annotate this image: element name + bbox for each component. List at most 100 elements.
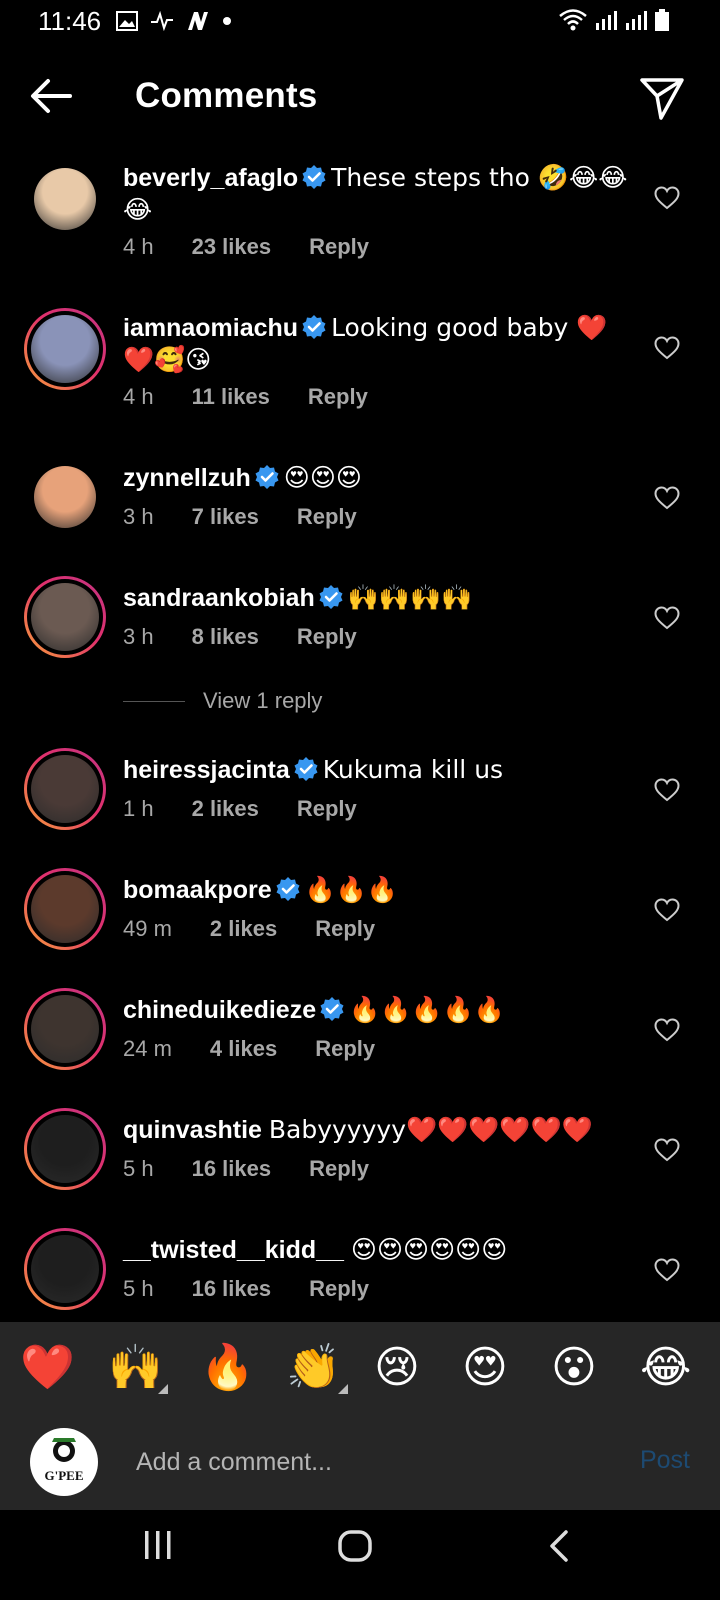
- quick-emoji-button[interactable]: 😮: [551, 1342, 597, 1394]
- commenter-avatar[interactable]: [24, 988, 106, 1070]
- like-comment-button[interactable]: [654, 606, 680, 630]
- comment-time: 4 h: [123, 234, 154, 259]
- like-comment-button[interactable]: [654, 778, 680, 802]
- comment-item: heiressjacinta Kukuma kill us 1 h 2 likes Re…: [0, 742, 720, 872]
- like-comment-button[interactable]: [654, 486, 680, 510]
- avatar-image: [31, 1235, 99, 1303]
- view-replies-button[interactable]: View 1 reply: [123, 688, 322, 714]
- quick-emoji-button[interactable]: 😢: [374, 1342, 420, 1394]
- comment-body: sandraankobiah 🙌🙌🙌🙌: [123, 582, 633, 614]
- comment-likes[interactable]: 2 likes: [210, 916, 277, 942]
- svg-text:G'PEE: G'PEE: [44, 1468, 83, 1483]
- commenter-avatar[interactable]: [24, 1108, 106, 1190]
- comment-time: 3 h: [123, 624, 154, 649]
- comment-body: chineduikedieze 🔥🔥🔥🔥🔥: [123, 994, 633, 1026]
- quick-emoji-button[interactable]: 🙌: [108, 1342, 163, 1394]
- quick-emoji-button[interactable]: 😂: [640, 1342, 691, 1394]
- view-replies-label: View 1 reply: [203, 688, 323, 713]
- commenter-avatar[interactable]: [24, 576, 106, 658]
- comment-username[interactable]: bomaakpore: [123, 876, 272, 904]
- comment-likes[interactable]: 8 likes: [192, 624, 259, 650]
- commenter-avatar[interactable]: [24, 158, 106, 240]
- comment-meta: 3 h 8 likes Reply: [123, 624, 357, 650]
- user-avatar[interactable]: G'PEE: [30, 1428, 98, 1496]
- avatar-logo: G'PEE: [44, 1438, 84, 1483]
- like-comment-button[interactable]: [654, 186, 680, 210]
- commenter-avatar[interactable]: [24, 1228, 106, 1310]
- commenter-avatar[interactable]: [24, 456, 106, 538]
- reply-button[interactable]: Reply: [309, 234, 369, 260]
- avatar-image: [34, 466, 96, 528]
- quick-emoji-button[interactable]: ❤️: [20, 1342, 75, 1394]
- home-button[interactable]: [338, 1530, 372, 1567]
- post-button[interactable]: Post: [640, 1446, 690, 1475]
- commenter-avatar[interactable]: [24, 308, 106, 390]
- comment-likes[interactable]: 2 likes: [192, 796, 259, 822]
- reply-button[interactable]: Reply: [297, 504, 357, 530]
- comment-message: 🔥🔥🔥: [304, 875, 399, 904]
- quick-emoji-button[interactable]: 👏: [286, 1342, 341, 1394]
- status-bar: 11:46: [0, 0, 720, 46]
- heart-outline-icon: [654, 486, 680, 510]
- comment-item: __twisted__kidd__ 😍😍😍😍😍😍 5 h 16 likes Reply: [0, 1222, 720, 1322]
- comment-meta: 5 h 16 likes Reply: [123, 1276, 369, 1302]
- comment-item: iamnaomiachu Looking good baby ❤️❤️🥰😘 4 h 1…: [0, 300, 720, 430]
- quick-emoji-button[interactable]: 🔥: [200, 1342, 255, 1394]
- comment-meta: 3 h 7 likes Reply: [123, 504, 357, 530]
- comment-likes[interactable]: 16 likes: [192, 1156, 272, 1182]
- like-comment-button[interactable]: [654, 1018, 680, 1042]
- verified-badge-icon: [255, 465, 279, 489]
- heart-outline-icon: [654, 336, 680, 360]
- comment-username[interactable]: iamnaomiachu: [123, 314, 298, 342]
- reply-button[interactable]: Reply: [315, 1036, 375, 1062]
- status-time: 11:46: [38, 6, 102, 36]
- reply-button[interactable]: Reply: [309, 1156, 369, 1182]
- commenter-avatar[interactable]: [24, 748, 106, 830]
- comment-time: 1 h: [123, 796, 154, 821]
- comment-username[interactable]: heiressjacinta: [123, 756, 290, 784]
- activity-icon: [151, 11, 173, 31]
- comment-username[interactable]: chineduikedieze: [123, 996, 316, 1024]
- like-comment-button[interactable]: [654, 898, 680, 922]
- comment-likes[interactable]: 11 likes: [192, 384, 270, 410]
- comment-time: 4 h: [123, 384, 154, 409]
- comment-likes[interactable]: 23 likes: [192, 234, 272, 260]
- like-comment-button[interactable]: [654, 1258, 680, 1282]
- avatar-image: [31, 755, 99, 823]
- comments-list[interactable]: beverly_afaglo These steps tho 🤣😂😂😂 4 h 23 …: [0, 150, 720, 1322]
- reply-button[interactable]: Reply: [297, 624, 357, 650]
- battery-icon: [655, 9, 669, 31]
- comment-item: chineduikedieze 🔥🔥🔥🔥🔥 24 m 4 likes Reply: [0, 982, 720, 1112]
- quick-emoji-button[interactable]: 😍: [462, 1342, 508, 1394]
- recent-apps-button[interactable]: [142, 1530, 174, 1565]
- heart-outline-icon: [654, 1258, 680, 1282]
- comment-likes[interactable]: 16 likes: [192, 1276, 272, 1302]
- nav-back-button[interactable]: [548, 1530, 570, 1567]
- avatar-image: [31, 995, 99, 1063]
- comment-username[interactable]: __twisted__kidd__: [123, 1236, 344, 1264]
- share-button[interactable]: [638, 74, 686, 122]
- comment-username[interactable]: sandraankobiah: [123, 584, 315, 612]
- comment-meta: 1 h 2 likes Reply: [123, 796, 357, 822]
- reply-button[interactable]: Reply: [315, 916, 375, 942]
- comment-likes[interactable]: 4 likes: [210, 1036, 277, 1062]
- skin-tone-indicator-icon: [338, 1384, 348, 1394]
- reply-button[interactable]: Reply: [309, 1276, 369, 1302]
- comment-username[interactable]: quinvashtie: [123, 1116, 262, 1144]
- comment-message: 😍😍😍😍😍😍: [350, 1235, 508, 1264]
- comment-username[interactable]: beverly_afaglo: [123, 164, 298, 192]
- comment-username[interactable]: zynnellzuh: [123, 464, 251, 492]
- comment-item: sandraankobiah 🙌🙌🙌🙌 3 h 8 likes Reply: [0, 570, 720, 700]
- comment-likes[interactable]: 7 likes: [192, 504, 259, 530]
- back-button[interactable]: [26, 74, 76, 118]
- commenter-avatar[interactable]: [24, 868, 106, 950]
- reply-button[interactable]: Reply: [308, 384, 368, 410]
- comment-input[interactable]: [136, 1442, 596, 1482]
- comment-body: bomaakpore 🔥🔥🔥: [123, 874, 633, 906]
- reply-button[interactable]: Reply: [297, 796, 357, 822]
- comment-item: quinvashtie Babyyyyyy❤️❤️❤️❤️❤️❤️ 5 h 16 l…: [0, 1102, 720, 1232]
- like-comment-button[interactable]: [654, 1138, 680, 1162]
- like-comment-button[interactable]: [654, 336, 680, 360]
- heart-outline-icon: [654, 898, 680, 922]
- heart-outline-icon: [654, 1138, 680, 1162]
